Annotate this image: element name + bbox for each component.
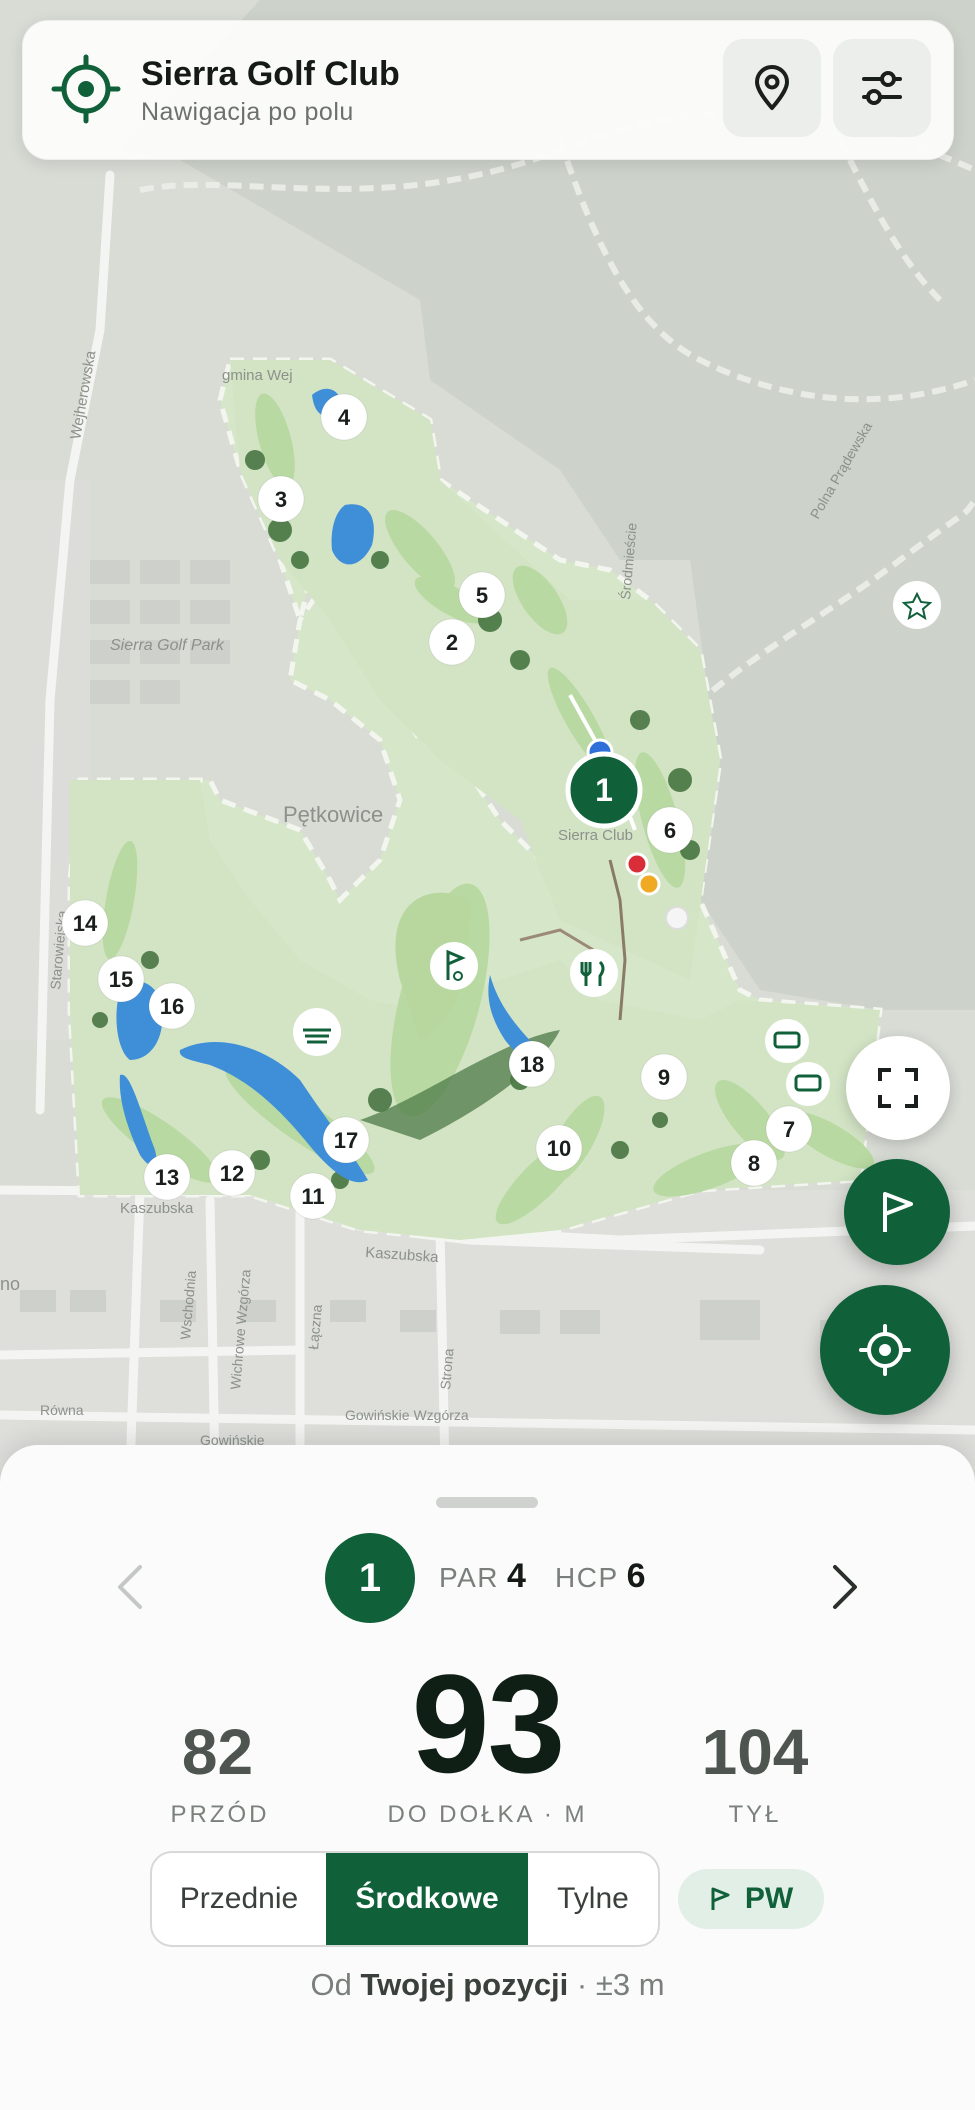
center-distance: 93 <box>411 1645 566 1802</box>
hole-marker-label: 2 <box>446 630 458 655</box>
flag-icon <box>711 1887 730 1910</box>
hole-marker-6[interactable]: 6 <box>646 806 694 854</box>
back-label: TYŁ <box>728 1801 782 1828</box>
front-distance: 82 <box>181 1716 254 1788</box>
hcp-value: 6 <box>626 1557 646 1595</box>
hole-marker-label: 4 <box>338 405 351 430</box>
crosshair-logo-icon <box>51 54 121 124</box>
hole-marker-16[interactable]: 16 <box>148 982 196 1030</box>
hole-marker-5[interactable]: 5 <box>458 571 506 619</box>
street-label: Gowińskie Wzgórza <box>345 1407 469 1423</box>
hole-marker-label: 13 <box>155 1165 179 1190</box>
crosshair-icon <box>859 1324 911 1376</box>
chevron-left-icon <box>118 1565 142 1609</box>
hole-marker-label: 1 <box>595 772 613 808</box>
hole-marker-12[interactable]: 12 <box>208 1149 256 1197</box>
hole-marker-label: 9 <box>658 1065 670 1090</box>
hole-marker-label: 12 <box>220 1161 244 1186</box>
source-accuracy: · ±3 m <box>576 1967 665 2002</box>
hole-marker-label: 17 <box>334 1128 358 1153</box>
hcp-label: HCP <box>555 1562 619 1593</box>
back-distance: 104 <box>701 1716 809 1788</box>
location-pin-button[interactable] <box>723 39 821 137</box>
hole-marker-label: 10 <box>547 1136 571 1161</box>
course-title: Sierra Golf Club <box>141 55 400 93</box>
previous-hole-button[interactable] <box>100 1552 160 1622</box>
fullscreen-icon <box>878 1068 918 1108</box>
front-label: PRZÓD <box>170 1801 270 1828</box>
practice-green-icon[interactable] <box>430 942 478 990</box>
chevron-right-icon <box>833 1565 857 1609</box>
hole-marker-label: 5 <box>476 583 488 608</box>
hole-marker-label: 16 <box>160 994 184 1019</box>
fullscreen-button[interactable] <box>846 1036 950 1140</box>
location-pin-icon <box>755 65 789 110</box>
hole-marker-7[interactable]: 7 <box>765 1105 813 1153</box>
tee-selector: Przednie Środkowe Tylne <box>150 1851 660 1947</box>
hole-marker-1[interactable]: 1 <box>565 751 643 829</box>
hole-marker-3[interactable]: 3 <box>257 475 305 523</box>
hole-marker-label: 8 <box>748 1151 760 1176</box>
source-position: Twojej pozycji <box>360 1967 569 2002</box>
hcp-info: HCP 6 <box>555 1557 646 1596</box>
hole-info-sheet: 1 PAR 4 HCP 6 82 PRZÓD 93 DO DOŁKA · M 104… <box>0 1445 975 2110</box>
tee-option-front[interactable]: Przednie <box>152 1853 326 1945</box>
favorite-star-icon[interactable] <box>893 581 941 629</box>
sheet-drag-handle[interactable] <box>436 1497 538 1508</box>
hole-marker-11[interactable]: 11 <box>289 1172 337 1220</box>
hole-marker-label: 6 <box>664 818 676 843</box>
settings-button[interactable] <box>833 39 931 137</box>
edge-label: no <box>0 1274 20 1294</box>
hole-marker-13[interactable]: 13 <box>143 1153 191 1201</box>
course-map[interactable]: Pętkowice Sierra Golf Park Sierra Club W… <box>0 0 975 1470</box>
course-subtitle: Nawigacja po polu <box>141 98 354 126</box>
restaurant-icon[interactable] <box>570 949 618 997</box>
hole-marker-label: 15 <box>109 967 133 992</box>
hole-marker-17[interactable]: 17 <box>322 1116 370 1164</box>
village-label: Pętkowice <box>283 802 383 827</box>
club-chip[interactable]: PW <box>678 1869 824 1929</box>
hole-marker-8[interactable]: 8 <box>730 1139 778 1187</box>
hole-number-badge: 1 <box>325 1533 415 1623</box>
street-label: Równa <box>40 1402 84 1418</box>
flag-button[interactable] <box>844 1159 950 1265</box>
next-hole-button[interactable] <box>815 1552 875 1622</box>
sliders-icon <box>862 71 902 105</box>
hole-marker-9[interactable]: 9 <box>640 1053 688 1101</box>
hole-marker-label: 18 <box>520 1052 544 1077</box>
header-bar: Sierra Golf Club Nawigacja po polu <box>22 20 954 160</box>
clubhouse-label: Sierra Club <box>558 827 633 844</box>
hole-marker-label: 11 <box>301 1184 324 1209</box>
hole-marker-label: 7 <box>783 1117 795 1142</box>
hole-marker-18[interactable]: 18 <box>508 1040 556 1088</box>
my-location-button[interactable] <box>820 1285 950 1415</box>
source-prefix: Od <box>310 1967 352 2002</box>
hole-marker-14[interactable]: 14 <box>61 899 109 947</box>
hole-marker-10[interactable]: 10 <box>535 1124 583 1172</box>
center-label: DO DOŁKA · M <box>387 1801 588 1828</box>
hole-marker-15[interactable]: 15 <box>97 955 145 1003</box>
hole-marker-label: 14 <box>73 911 98 936</box>
hole-marker-2[interactable]: 2 <box>428 618 476 666</box>
par-value: 4 <box>507 1557 526 1595</box>
street-label: Kaszubska <box>120 1200 194 1217</box>
hole-marker-4[interactable]: 4 <box>320 393 368 441</box>
par-info: PAR 4 <box>439 1557 526 1596</box>
street-label: gmina Wej <box>222 367 293 384</box>
distance-source: Od Twojej pozycji · ±3 m <box>0 1967 975 2003</box>
park-label: Sierra Golf Park <box>110 637 225 654</box>
hole-marker-label: 3 <box>275 487 287 512</box>
driving-range-icon[interactable] <box>293 1008 341 1056</box>
tee-option-middle[interactable]: Środkowe <box>326 1853 528 1945</box>
flag-icon <box>883 1192 913 1232</box>
club-label: PW <box>744 1882 794 1915</box>
par-label: PAR <box>439 1562 499 1593</box>
tee-option-back[interactable]: Tylne <box>528 1853 658 1945</box>
cart-icon[interactable] <box>765 1019 809 1063</box>
cart-icon[interactable] <box>786 1062 830 1106</box>
